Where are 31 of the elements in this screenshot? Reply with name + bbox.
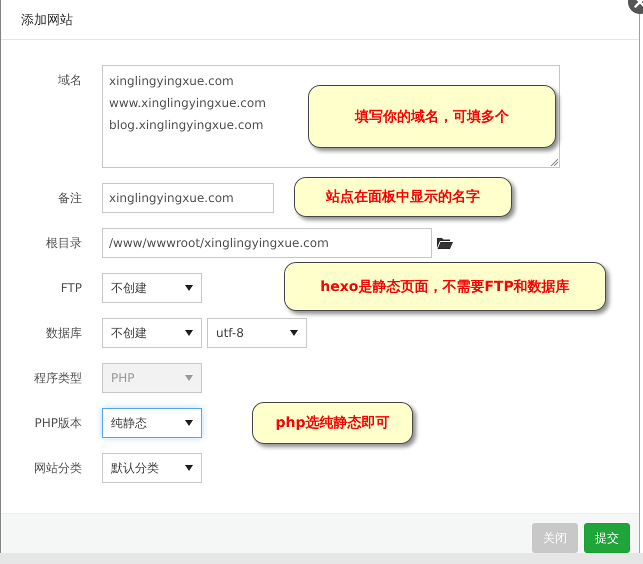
note-tooltip: 填写你的域名，可填多个 xyxy=(308,85,556,148)
dropdown[interactable]: 不创建 xyxy=(102,318,202,348)
caret-icon xyxy=(185,420,193,426)
caret-icon xyxy=(290,330,298,336)
domain-line: www.xinglingyingxue.com xyxy=(109,95,266,112)
resize-grip-icon[interactable] xyxy=(550,158,558,166)
field-label: 网站分类 xyxy=(33,460,83,477)
field-label: PHP版本 xyxy=(34,415,83,432)
domain-line: xinglingyingxue.com xyxy=(109,73,234,90)
note-tooltip: hexo是静态页面，不需要FTP和数据库 xyxy=(284,262,606,311)
field-label: 域名 xyxy=(57,72,83,89)
note-tooltip: php选纯静态即可 xyxy=(252,402,413,444)
caret-icon xyxy=(185,465,193,471)
field-label: 数据库 xyxy=(45,325,83,342)
caret-icon xyxy=(185,285,193,291)
dropdown[interactable]: 默认分类 xyxy=(102,453,202,483)
input-field[interactable]: /www/wwwroot/xinglingyingxue.com xyxy=(102,228,432,258)
dropdown[interactable]: utf-8 xyxy=(207,318,307,348)
field-label: 程序类型 xyxy=(33,370,83,387)
field-label: 备注 xyxy=(57,190,83,207)
caret-icon xyxy=(185,375,193,381)
field-label: FTP xyxy=(60,280,83,297)
note-tooltip: 站点在面板中显示的名字 xyxy=(294,177,512,217)
field-label: 根目录 xyxy=(45,235,83,252)
input-field[interactable]: xinglingyingxue.com xyxy=(102,183,274,213)
caret-icon xyxy=(185,330,193,336)
dropdown[interactable]: 纯静态 xyxy=(102,408,202,438)
folder-icon[interactable] xyxy=(437,237,453,249)
dialog-title: 添加网站 xyxy=(21,12,73,28)
domain-line: blog.xinglingyingxue.com xyxy=(109,117,264,134)
dropdown[interactable]: 不创建 xyxy=(102,273,202,303)
